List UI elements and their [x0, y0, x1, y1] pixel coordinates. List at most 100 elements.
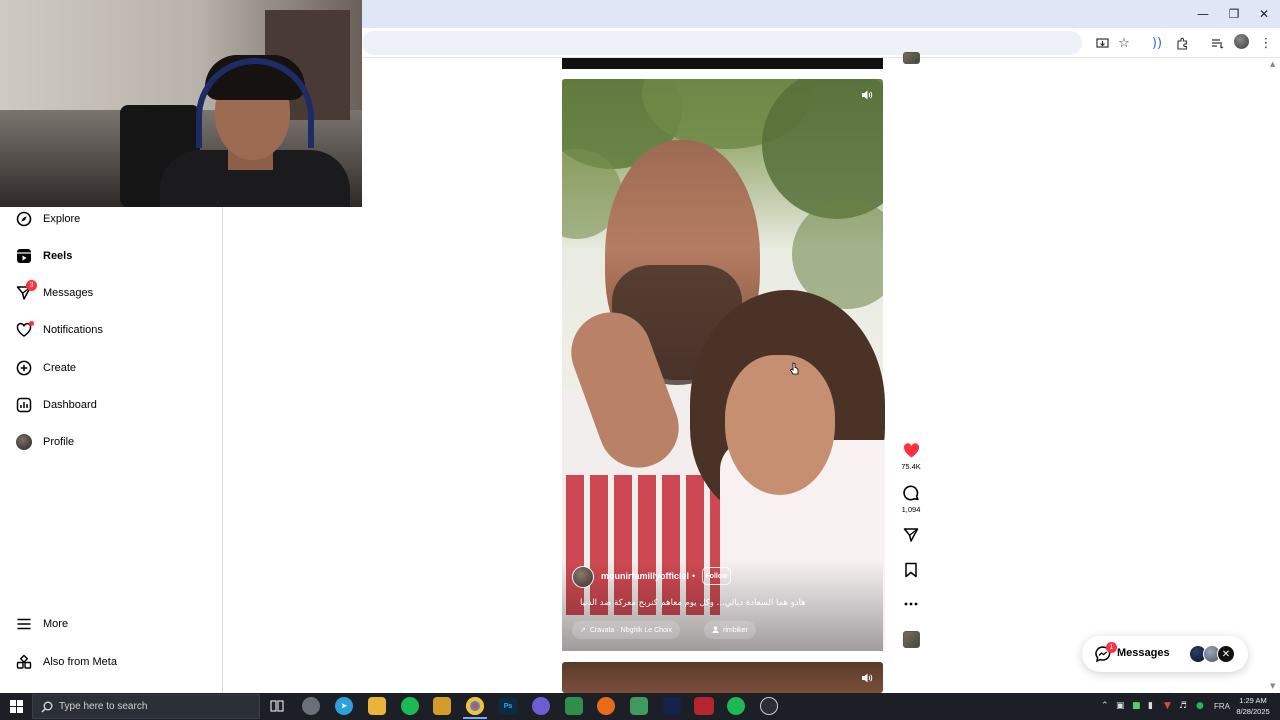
active-app-indicator [463, 717, 487, 719]
nav-item-profile[interactable]: Profile [0, 425, 223, 459]
comment-count: 1,094 [901, 505, 921, 514]
windows-logo-icon [9, 700, 23, 713]
discord-icon[interactable] [532, 697, 550, 715]
like-count: 75.4K [901, 462, 921, 471]
more-dots-icon [904, 602, 918, 606]
file-explorer-icon[interactable] [368, 697, 386, 715]
nav-item-more[interactable]: More [0, 607, 223, 641]
messages-pill[interactable]: 1 Messages ✕ [1082, 636, 1248, 672]
clock-date: 8/28/2025 [1236, 707, 1270, 716]
nav-item-notifications[interactable]: Notifications [0, 313, 223, 347]
task-view-icon[interactable] [268, 697, 286, 715]
nav-item-reels[interactable]: Reels [0, 239, 223, 273]
obs-icon[interactable] [760, 697, 778, 715]
plus-square-icon [15, 359, 33, 377]
nav-label: Create [43, 362, 77, 374]
messages-badge: 3 [26, 280, 37, 291]
app-icon-3[interactable] [565, 697, 583, 715]
like-button[interactable] [902, 441, 920, 459]
reel-author-avatar[interactable] [572, 566, 594, 588]
spotify-tray-icon[interactable]: ● [1196, 698, 1204, 714]
spotify-icon[interactable] [727, 697, 745, 715]
reel-caption[interactable]: هادو هما السعادة ديالي... وكل يوم معاهم … [580, 598, 840, 608]
close-window-button[interactable]: ✕ [1249, 4, 1279, 24]
browser-profile-avatar[interactable] [1234, 34, 1249, 49]
tray-app-icon[interactable]: ▣ [1116, 698, 1125, 714]
minimize-button[interactable]: — [1188, 4, 1218, 24]
reels-icon [15, 247, 33, 265]
mute-icon[interactable] [860, 88, 874, 102]
messages-pill-badge: 1 [1106, 642, 1117, 653]
mute-icon[interactable] [860, 671, 874, 685]
meta-icon [15, 653, 33, 671]
browser-menu-icon[interactable]: ⋮ [1256, 33, 1276, 53]
reel-author-name[interactable]: mounirfamillyofficiel [601, 571, 689, 581]
photoshop-icon[interactable]: Ps [499, 697, 517, 715]
app-icon-4[interactable] [630, 697, 648, 715]
app-icon-2[interactable] [433, 697, 451, 715]
comment-icon [902, 485, 919, 500]
firefox-icon[interactable] [597, 697, 615, 715]
separator-dot: • [692, 571, 696, 581]
avatar [15, 433, 33, 451]
nav-item-messages[interactable]: 3 Messages [0, 276, 223, 310]
install-app-icon[interactable] [1092, 33, 1112, 53]
scroll-up-arrow[interactable]: ▲ [1270, 60, 1278, 68]
scroll-down-arrow[interactable]: ▼ [1270, 682, 1278, 690]
nav-label: Dashboard [43, 399, 97, 411]
tagged-user-label: rimbiker [723, 626, 748, 634]
reel-scene-girl [725, 355, 835, 495]
extensions-icon[interactable] [1172, 33, 1192, 53]
mouse-cursor [789, 362, 800, 376]
save-button[interactable] [902, 561, 920, 579]
volume-icon[interactable]: ♬ [1179, 698, 1187, 714]
next-reel[interactable] [562, 662, 883, 693]
clock-time: 1:29 AM [1239, 696, 1267, 705]
nav-item-dashboard[interactable]: Dashboard [0, 388, 223, 422]
audio-label: Cravata · Nbghik Le Choix [589, 626, 672, 634]
nav-label: More [43, 618, 69, 630]
tray-nvidia-icon[interactable]: ■ [1132, 698, 1141, 714]
nav-item-explore[interactable]: Explore [0, 202, 223, 236]
app-icon-5[interactable] [663, 697, 681, 715]
nav-item-create[interactable]: Create [0, 351, 223, 385]
share-button[interactable] [902, 526, 920, 544]
messages-pill-label: Messages [1117, 647, 1170, 659]
heart-filled-icon [903, 442, 919, 457]
audio-chip[interactable]: ↗ Cravata · Nbghik Le Choix [572, 621, 680, 639]
nav-label: Reels [43, 250, 73, 262]
read-aloud-icon[interactable]: )) [1147, 33, 1167, 53]
app-icon-1[interactable] [302, 697, 320, 715]
chrome-icon[interactable] [466, 697, 484, 715]
nav-label: Profile [43, 436, 75, 448]
notification-dot [29, 321, 34, 326]
address-bar[interactable] [362, 31, 1082, 55]
user-icon [712, 625, 719, 635]
microphone-icon[interactable]: ▮ [1148, 698, 1153, 714]
tray-chevron-icon[interactable]: ⌃ [1101, 698, 1109, 714]
more-options-button[interactable] [902, 595, 920, 613]
taskbar-search-placeholder: Type here to search [59, 701, 148, 712]
language-indicator[interactable]: FRA [1214, 698, 1230, 714]
app-icon-6[interactable] [694, 697, 714, 715]
compass-icon [15, 210, 33, 228]
system-clock[interactable]: 1:29 AM 8/28/2025 [1232, 695, 1274, 717]
tagged-user-chip[interactable]: rimbiker [704, 621, 756, 639]
audio-thumbnail[interactable] [903, 631, 920, 648]
muted-mic-icon[interactable]: ▼ [1164, 698, 1171, 714]
comment-button[interactable] [902, 484, 920, 502]
bookmark-star-icon[interactable]: ☆ [1114, 33, 1134, 53]
start-button[interactable] [0, 693, 32, 720]
media-control-icon[interactable] [1207, 33, 1227, 53]
telegram-icon[interactable]: ➤ [335, 697, 353, 715]
previous-audio-thumbnail[interactable] [903, 52, 920, 64]
follow-button[interactable]: Follow [702, 567, 731, 585]
previous-reel[interactable] [562, 58, 883, 69]
taskbar-search[interactable]: Type here to search [32, 694, 260, 719]
nav-item-also-from-meta[interactable]: Also from Meta [0, 645, 223, 679]
hamburger-icon [15, 615, 33, 633]
search-icon [41, 700, 53, 718]
restore-button[interactable]: ❐ [1219, 4, 1249, 24]
spotify-icon[interactable] [401, 697, 419, 715]
trending-arrow-icon: ↗ [580, 627, 586, 634]
